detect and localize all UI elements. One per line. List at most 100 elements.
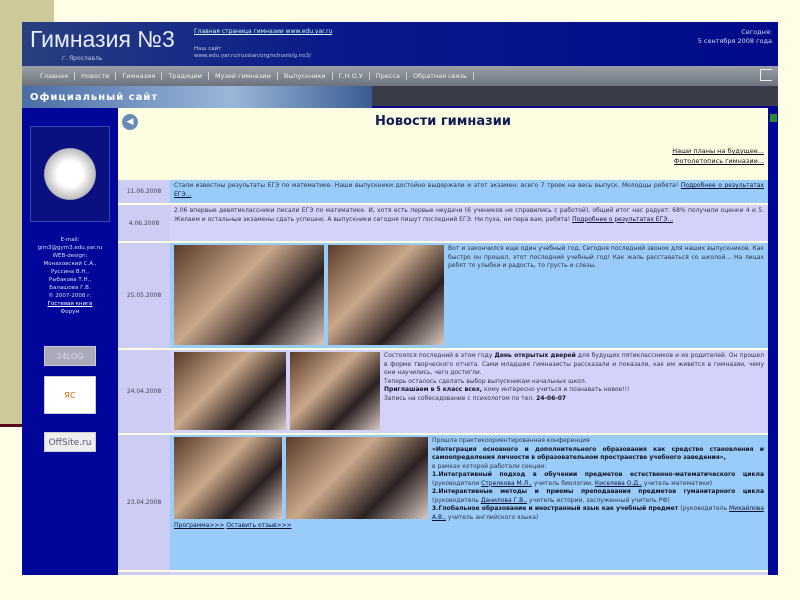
conference-title: «Интеграция основного и дополнительного … — [432, 445, 764, 462]
old-site-label: Наш сайт — [194, 46, 222, 52]
sidebar: E-mail: gim3@gym3.edu.yar.ru WEB-design:… — [22, 108, 118, 575]
ege-results-link[interactable]: Подробнее о результатах ЕГЭ... — [572, 216, 673, 223]
news-text: Стали известны результаты ЕГЭ по математ… — [170, 180, 768, 203]
nav-graduates[interactable]: Выпускники — [278, 72, 333, 80]
news-body: Вот и закончился еще один учебный год. С… — [448, 245, 764, 269]
today-date: 5 сентября 2008 года — [697, 37, 772, 45]
news-body: учитель математики) — [643, 479, 713, 487]
section-title: 1.Интегративный подход в обучении предме… — [432, 471, 764, 478]
news-date: 24.04.2008 — [118, 350, 170, 433]
website-screenshot: Гимназия №3 г. Ярославль Главная страниц… — [22, 22, 778, 575]
news-photo[interactable] — [174, 352, 286, 430]
top-links: Наши планы на будущее... Фотолетопись ги… — [672, 146, 764, 166]
news-photo[interactable] — [328, 245, 444, 345]
program-link[interactable]: Программа>>> — [174, 522, 224, 529]
news-text-partial — [170, 572, 768, 575]
news-photo[interactable] — [290, 352, 380, 430]
nav-museum[interactable]: Музей гимназии — [209, 72, 278, 80]
news-date: 4.06.2008 — [118, 205, 170, 241]
slide-decoration — [0, 0, 22, 424]
today-label: Сегодня: — [741, 28, 772, 36]
news-photo[interactable] — [286, 437, 428, 519]
counter-24log[interactable]: 24LOG — [44, 346, 96, 366]
old-site-url[interactable]: www.edu.yar.ru/russian/org/schools/g.no3… — [194, 53, 454, 60]
news-row: 4.06.2008 2.06 впервые девятиклассники п… — [118, 203, 768, 241]
main-nav: Главная Новости Гимназия Традиции Музей … — [22, 66, 778, 86]
news-text: 2.06 впервые девятиклассники писали ЕГЭ … — [170, 205, 768, 241]
main-content: ◀ Новости гимназии Наши планы на будущее… — [118, 108, 768, 575]
news-text: Прошла практикоориентированная конференц… — [170, 435, 768, 570]
site-city: г. Ярославль — [62, 55, 103, 62]
old-site[interactable]: Наш сайт www.edu.yar.ru/russian/org/schoo… — [194, 46, 454, 60]
news-text: Состоялся последний в этом году День отк… — [170, 350, 768, 433]
news-body: 2.06 впервые девятиклассники писали ЕГЭ … — [174, 207, 764, 223]
nav-home[interactable]: Главная — [34, 72, 76, 80]
mail-icon[interactable] — [760, 69, 772, 81]
news-body: (руководители — [432, 479, 480, 487]
news-body: Теперь осталось сделать выбор выпускника… — [384, 377, 587, 385]
news-body: Запись на собеседование с психологом по … — [384, 394, 535, 402]
copyright: © 2007-2008 г. — [48, 293, 92, 299]
nav-news[interactable]: Новости — [75, 72, 117, 80]
school-emblem — [30, 126, 110, 222]
page-title: Новости гимназии — [375, 114, 511, 129]
news-body: кому интересно учиться и познавать новое… — [483, 386, 630, 393]
news-body: учитель истории, заслуженный учитель РФ) — [528, 496, 670, 504]
emblem-image — [40, 144, 100, 204]
official-site-banner: Официальный сайт — [22, 86, 372, 108]
news-body: учитель биологии, — [533, 479, 593, 487]
today-block: Сегодня: 5 сентября 2008 года — [698, 28, 772, 46]
phone-number: 24-06-07 — [536, 394, 567, 402]
nav-gnou[interactable]: Г.Н.О.У — [333, 72, 370, 80]
news-row: 23.04.2008 Прошла практикоориентированна… — [118, 433, 768, 570]
plans-link[interactable]: Наши планы на будущее... — [672, 146, 764, 156]
designer: Балашова Г.В. — [49, 285, 91, 291]
design-label: WEB-design: — [52, 253, 88, 259]
news-highlight: Приглашаем в 5 класс всех, — [384, 386, 483, 393]
forum-link[interactable]: Форум — [26, 308, 114, 316]
site-logo[interactable]: Гимназия №3 — [30, 26, 175, 53]
photo-chronicle-link[interactable]: Фотолетопись гимназии... — [672, 156, 764, 166]
home-link[interactable]: Главная страница гимназии www.edu.yar.ru — [194, 28, 332, 35]
news-text: Вот и закончился еще один учебный год. С… — [170, 243, 768, 348]
news-body: Прошла практикоориентированная конференц… — [432, 437, 590, 444]
email-label: E-mail: — [60, 237, 80, 243]
news-row: 25.05.2008 Вот и закончился еще один уче… — [118, 241, 768, 348]
leave-feedback-link[interactable]: Оставить отзыв>>> — [226, 522, 291, 529]
nav-gymnasium[interactable]: Гимназия — [116, 72, 163, 80]
person-link[interactable]: Стрелкова М.Л., — [481, 480, 532, 487]
nav-traditions[interactable]: Традиции — [162, 72, 209, 80]
news-date: 23.04.2008 — [118, 435, 170, 570]
news-date: 11.06.2008 — [118, 180, 170, 203]
designer: Монаховский С.А., — [43, 261, 97, 267]
person-link[interactable]: Данилова Г.В., — [481, 497, 527, 504]
news-row: 24.04.2008 Состоялся последний в этом го… — [118, 348, 768, 433]
news-body: учитель английского языка) — [447, 513, 539, 521]
news-body: в рамках которой работали секции: — [432, 462, 547, 470]
person-link[interactable]: Киселева О.Д., — [595, 480, 642, 487]
news-row — [118, 570, 768, 575]
guestbook-link[interactable]: Гостевая книга — [26, 300, 114, 308]
news-date-partial — [118, 572, 170, 575]
news-date: 25.05.2008 — [118, 243, 170, 348]
site-header: Гимназия №3 г. Ярославль Главная страниц… — [22, 22, 778, 66]
news-body: (руководитель — [432, 496, 479, 504]
credits: E-mail: gim3@gym3.edu.yar.ru WEB-design:… — [26, 236, 114, 316]
news-body: Состоялся последний в этом году — [384, 352, 493, 359]
email-link[interactable]: gim3@gym3.edu.yar.ru — [26, 244, 114, 252]
news-photo[interactable] — [174, 245, 324, 345]
news-row: 11.06.2008 Стали известны результаты ЕГЭ… — [118, 178, 768, 203]
news-highlight: День открытых дверей — [494, 352, 576, 359]
designer: Руссина В.Н., — [50, 269, 90, 275]
badge-offsite[interactable]: OffSite.ru — [44, 432, 96, 452]
news-body: Стали известны результаты ЕГЭ по математ… — [174, 182, 679, 189]
news-photo[interactable] — [174, 437, 282, 519]
designer: Рыбакова Т.Н., — [48, 277, 92, 283]
scrollbar[interactable] — [770, 114, 777, 122]
section-title: 3.Глобальное образование и иностранный я… — [432, 505, 679, 512]
badge-yas[interactable]: ЯС — [44, 376, 96, 414]
news-body: (руководитель — [680, 505, 728, 512]
nav-press[interactable]: Пресса — [370, 72, 407, 80]
nav-feedback[interactable]: Обратная связь — [407, 72, 474, 80]
section-title: 2.Интерактивные методы и приемы преподав… — [432, 488, 764, 495]
